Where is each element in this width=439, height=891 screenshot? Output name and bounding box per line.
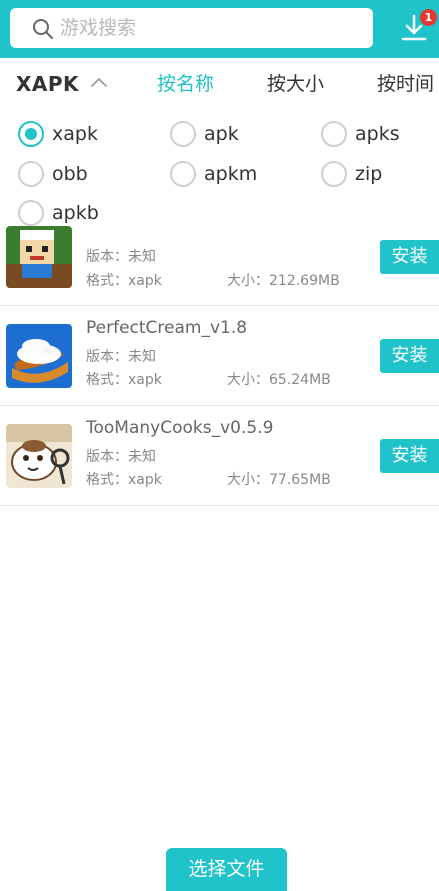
radio-obb[interactable]: obb — [18, 160, 138, 188]
tab-by-name[interactable]: 按名称 — [157, 72, 214, 96]
file-name: PerfectCream_v1.8 — [86, 318, 248, 338]
type-dropdown[interactable]: XAPK — [16, 72, 79, 96]
list-item[interactable]: PerfectCream_v1.8 版本：未知 格式：xapk 大小：65.24… — [0, 306, 439, 406]
size-text: 大小：212.69MB — [227, 273, 340, 289]
list-item[interactable]: TooManyCooks_v0.5.9 版本：未知 格式：xapk 大小：77.… — [0, 406, 439, 506]
search-placeholder: 游戏搜索 — [60, 17, 137, 39]
install-button[interactable]: 安装 — [380, 339, 439, 373]
size-text: 大小：77.65MB — [227, 472, 331, 488]
size-text: 大小：65.24MB — [227, 372, 331, 388]
file-name: TooManyCooks_v0.5.9 — [86, 418, 274, 438]
filter-bar: XAPK 按名称 按大小 按时间 — [0, 58, 439, 112]
format-text: 格式：xapk — [86, 472, 162, 488]
choose-file-button[interactable]: 选择文件 — [166, 848, 287, 891]
install-button[interactable]: 安装 — [380, 439, 439, 473]
pixel-character-icon — [6, 226, 72, 288]
radio-label: apk — [204, 123, 239, 145]
radio-label: apkb — [52, 202, 99, 224]
radio-label: zip — [355, 163, 383, 185]
radio-label: apks — [355, 123, 400, 145]
radio-apk[interactable]: apk — [170, 120, 290, 148]
radio-apkb[interactable]: apkb — [18, 199, 138, 227]
install-button[interactable]: 安装 — [380, 240, 439, 274]
tab-by-time[interactable]: 按时间 — [377, 72, 434, 96]
search-input[interactable]: 游戏搜索 — [10, 8, 373, 48]
radio-unchecked-icon — [170, 161, 196, 187]
tab-by-size[interactable]: 按大小 — [267, 72, 324, 96]
cream-pastry-icon — [6, 324, 72, 388]
version-text: 版本：未知 — [86, 349, 156, 365]
top-bar: 游戏搜索 1 — [0, 0, 439, 58]
version-text: 版本：未知 — [86, 249, 156, 265]
radio-unchecked-icon — [321, 121, 347, 147]
format-text: 格式：xapk — [86, 372, 162, 388]
radio-unchecked-icon — [18, 200, 44, 226]
format-text: 格式：xapk — [86, 273, 162, 289]
radio-apks[interactable]: apks — [321, 120, 431, 148]
radio-zip[interactable]: zip — [321, 160, 431, 188]
search-icon — [33, 19, 53, 39]
cartoon-cook-icon — [6, 424, 72, 488]
radio-unchecked-icon — [18, 161, 44, 187]
radio-label: apkm — [204, 163, 258, 185]
download-badge: 1 — [420, 9, 437, 26]
radio-label: xapk — [52, 123, 98, 145]
radio-label: obb — [52, 163, 88, 185]
radio-xapk[interactable]: xapk — [18, 120, 138, 148]
radio-apkm[interactable]: apkm — [170, 160, 290, 188]
chevron-up-icon[interactable] — [90, 76, 108, 88]
radio-unchecked-icon — [321, 161, 347, 187]
version-text: 版本：未知 — [86, 449, 156, 465]
radio-unchecked-icon — [170, 121, 196, 147]
list-item[interactable]: 版本：未知 格式：xapk 大小：212.69MB 安装 — [0, 226, 439, 306]
radio-checked-icon — [18, 121, 44, 147]
